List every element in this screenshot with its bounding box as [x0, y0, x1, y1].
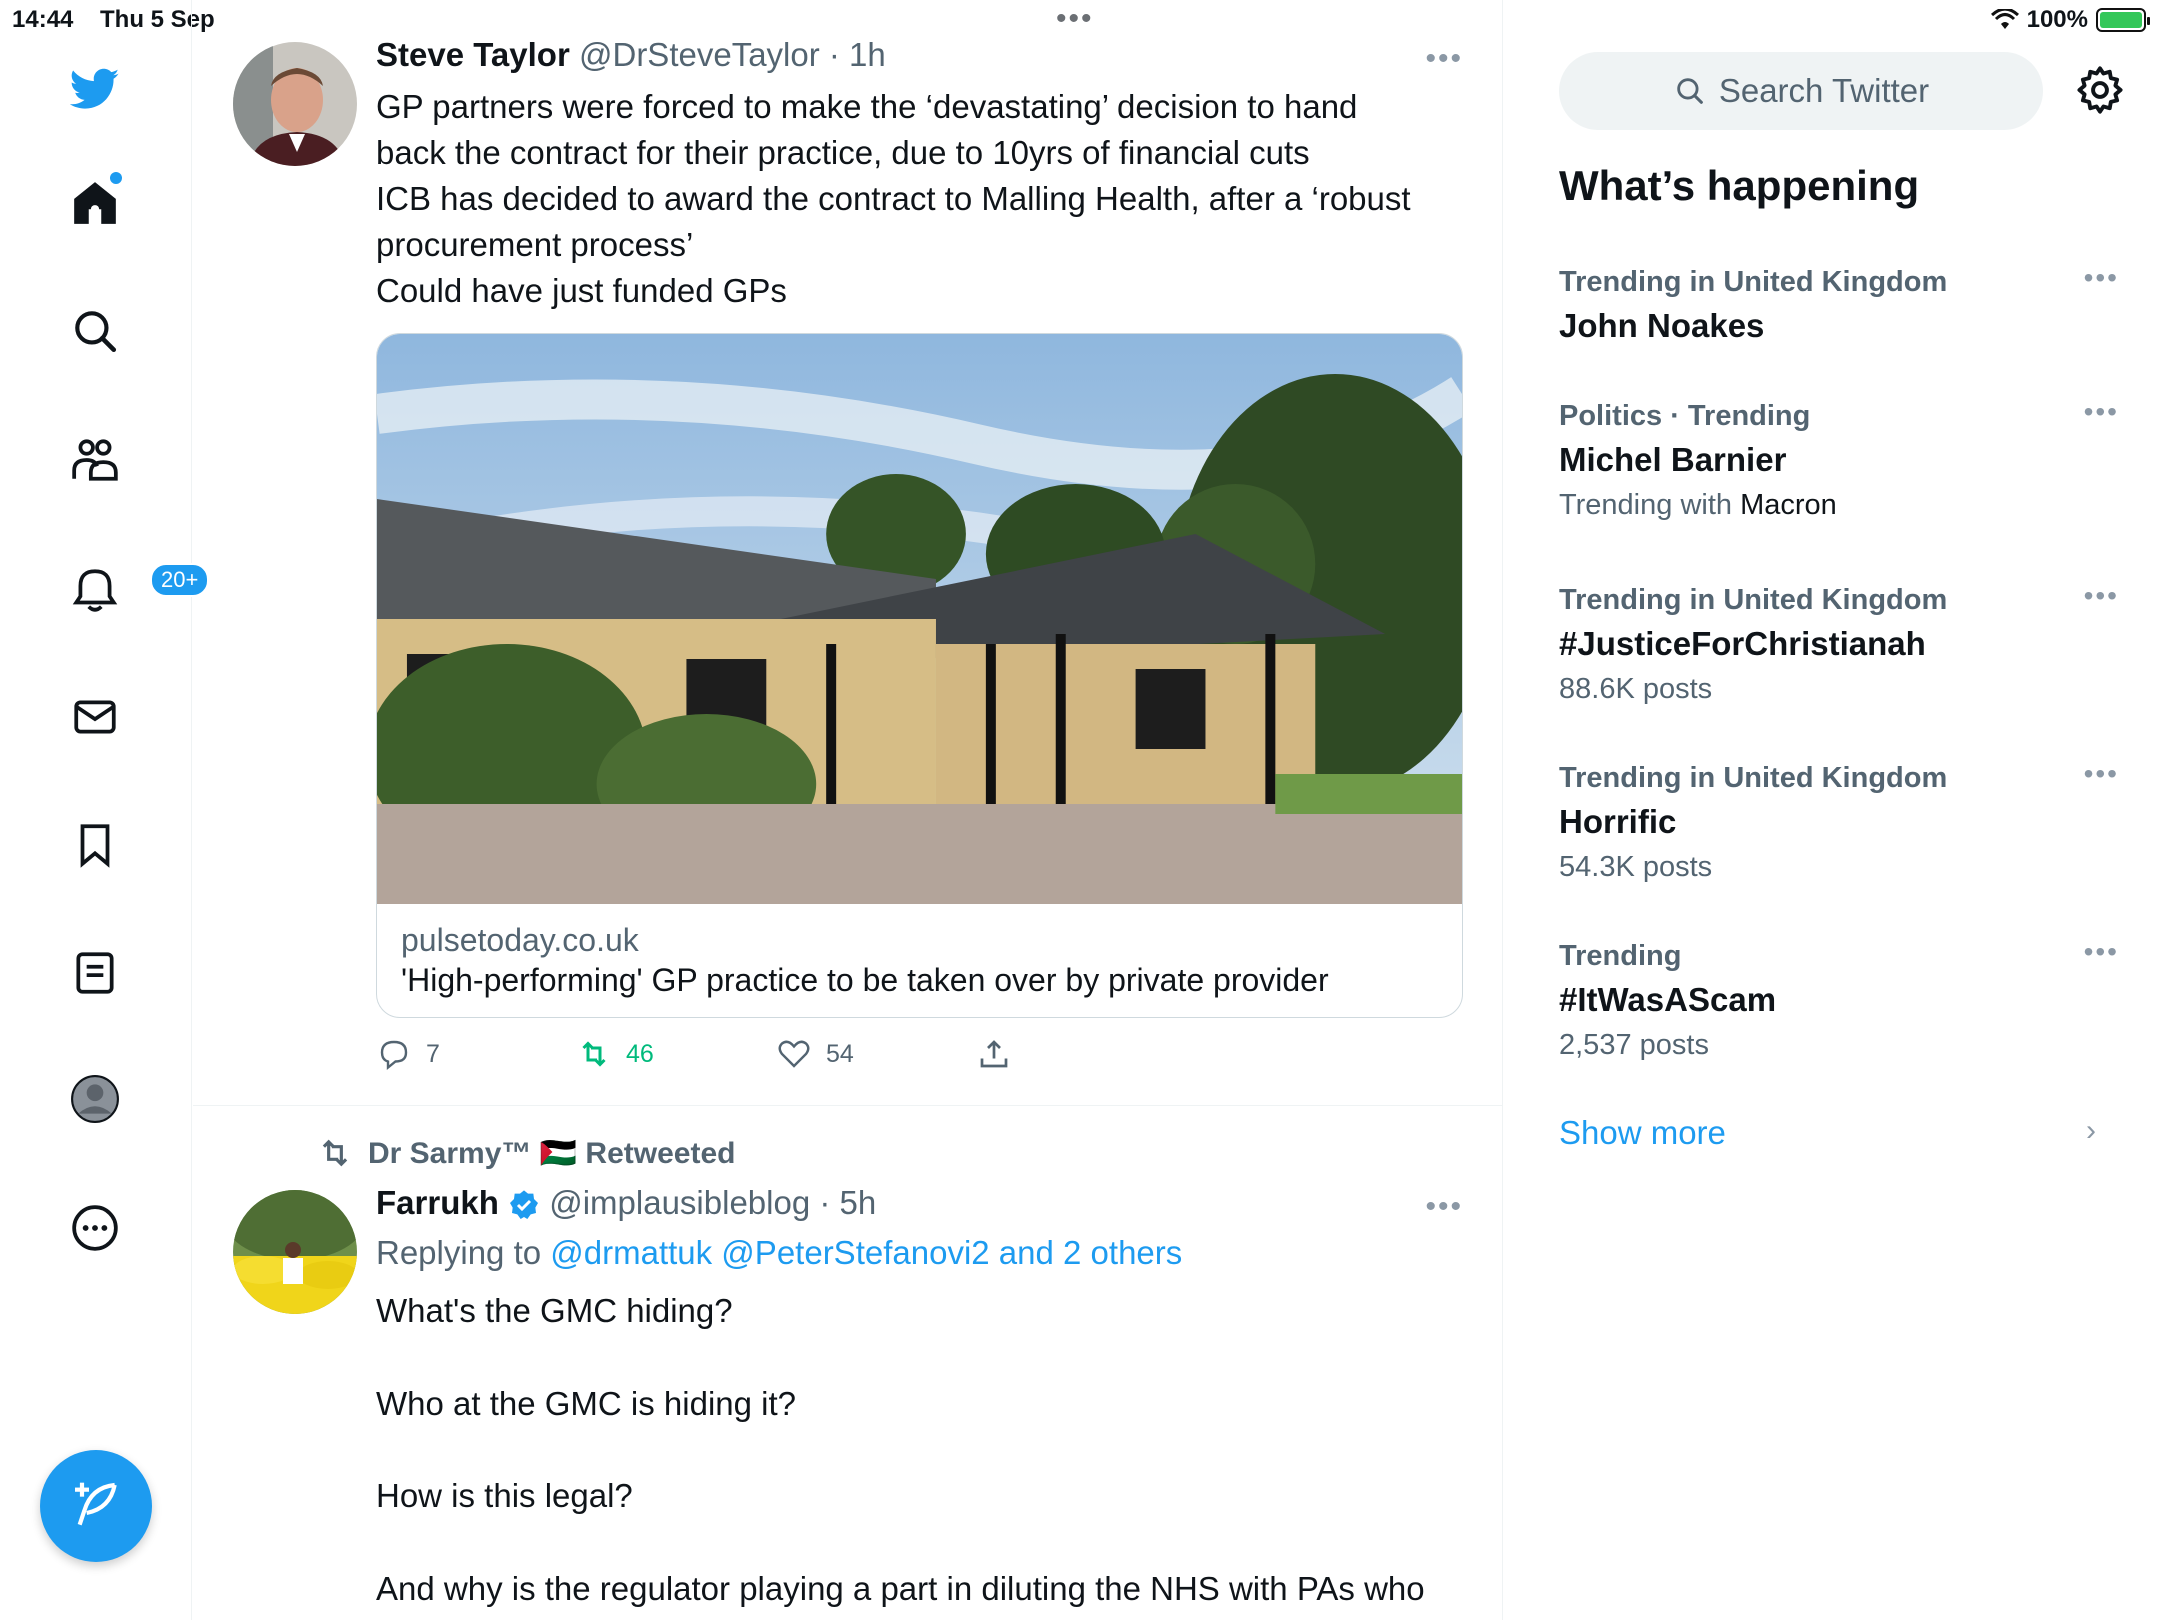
explore-search-icon[interactable] — [60, 296, 130, 366]
like-count: 54 — [826, 1039, 854, 1068]
profile-avatar-icon[interactable] — [60, 1064, 130, 1134]
trend-title: #JusticeForChristianah — [1559, 625, 1926, 662]
compose-tweet-button[interactable] — [40, 1450, 152, 1562]
trend-meta: 2,537 posts — [1559, 1029, 1709, 1061]
tweet-text-blank-line — [376, 1427, 1456, 1473]
retweet-button[interactable]: 46 — [576, 1036, 654, 1072]
tweet-more-icon[interactable]: ••• — [1425, 42, 1463, 76]
share-button[interactable] — [976, 1036, 1012, 1072]
tweet-actions: 7 46 54 — [376, 1036, 1076, 1080]
trend-title: Horrific — [1559, 803, 1677, 840]
tweet-text-line: GP partners were forced to make the ‘dev… — [376, 88, 1358, 125]
trend-context: Trending — [1559, 940, 1682, 972]
tweet-more-icon[interactable]: ••• — [1425, 1190, 1463, 1224]
tweet-text-line: What's the GMC hiding? — [376, 1292, 733, 1329]
notifications-bell-icon[interactable]: 20+ — [60, 555, 210, 625]
show-more-link[interactable]: Show more — [1559, 1114, 1726, 1152]
tweet-text-blank-line — [376, 1520, 1456, 1566]
trend-more-icon[interactable]: ••• — [2084, 936, 2119, 968]
trend-item[interactable]: Trending in United Kingdom John Noakes •… — [1559, 262, 2119, 350]
left-sidebar: 20+ — [0, 0, 210, 1620]
tweet-text-line: back the contract for their practice, du… — [376, 134, 1310, 171]
tweet-text-blank-line — [376, 1335, 1456, 1381]
replying-to-mentions[interactable]: @drmattuk @PeterStefanovi2 and 2 others — [550, 1234, 1182, 1271]
bookmarks-icon[interactable] — [60, 810, 130, 880]
home-unread-dot — [110, 172, 122, 184]
tweet-text-line: Could have just funded GPs — [376, 272, 787, 309]
trend-title: Michel Barnier — [1559, 441, 1787, 478]
retweeted-by-text[interactable]: Dr Sarmy™ 🇵🇸 Retweeted — [368, 1136, 735, 1171]
twitter-logo-icon[interactable] — [60, 54, 130, 124]
link-preview-card[interactable]: pulsetoday.co.uk 'High-performing' GP pr… — [376, 333, 1463, 1018]
tweet-text: What's the GMC hiding? Who at the GMC is… — [376, 1288, 1456, 1612]
retweeted-by-line: Dr Sarmy™ 🇵🇸 Retweeted — [316, 1134, 735, 1172]
trend-more-icon[interactable]: ••• — [2084, 396, 2119, 428]
card-image-gp-practice-building — [377, 334, 1462, 904]
trend-meta: 54.3K posts — [1559, 851, 1713, 883]
tweet-text: GP partners were forced to make the ‘dev… — [376, 84, 1456, 314]
card-title: 'High-performing' GP practice to be take… — [401, 962, 1329, 998]
trend-more-icon[interactable]: ••• — [2084, 758, 2119, 790]
home-timeline: Steve Taylor @DrSteveTaylor · 1h ••• GP … — [193, 0, 1503, 1620]
trend-meta: Trending with Macron — [1559, 484, 2119, 526]
replying-to-prefix: Replying to — [376, 1234, 551, 1271]
trend-more-icon[interactable]: ••• — [2084, 262, 2119, 294]
tweet-text-line: And why is the regulator playing a part … — [376, 1569, 1425, 1607]
tweet-text-line: procurement process’ — [376, 226, 694, 263]
trend-title: #ItWasAScam — [1559, 981, 1777, 1018]
tweet[interactable]: Steve Taylor @DrSteveTaylor · 1h ••• GP … — [193, 0, 1502, 1106]
trend-context: Trending in United Kingdom — [1559, 266, 1948, 298]
reply-icon — [380, 1040, 408, 1070]
whats-happening-title: What’s happening — [1559, 162, 1920, 209]
tweet-text-line: ICB has decided to award the contract to… — [376, 180, 1411, 217]
retweet-count: 46 — [626, 1039, 654, 1068]
retweet-icon — [582, 1041, 606, 1067]
compose-feather-icon — [75, 1482, 117, 1526]
communities-icon[interactable] — [60, 425, 130, 495]
trend-context: Trending in United Kingdom — [1559, 762, 1948, 794]
verified-badge-icon — [510, 1190, 539, 1220]
messages-envelope-icon[interactable] — [60, 682, 130, 752]
trend-more-icon[interactable]: ••• — [2084, 580, 2119, 612]
trend-context: Trending in United Kingdom — [1559, 584, 1948, 616]
tweet-header: Steve Taylor @DrSteveTaylor · 1h — [376, 36, 886, 74]
card-domain: pulsetoday.co.uk — [401, 922, 639, 958]
heart-icon — [778, 1040, 810, 1068]
settings-gear-icon[interactable] — [2074, 64, 2126, 116]
tweet-author-handle-time[interactable]: @implausibleblog · 5h — [549, 1184, 876, 1221]
trend-meta-prefix: Trending with — [1559, 489, 1741, 521]
trend-item[interactable]: Trending in United Kingdom #JusticeForCh… — [1559, 580, 2119, 710]
like-button[interactable]: 54 — [776, 1036, 854, 1072]
trend-meta-related: Macron — [1740, 489, 1837, 521]
chevron-right-icon: › — [2086, 1114, 2096, 1147]
trend-title: John Noakes — [1559, 307, 1765, 344]
lists-icon[interactable] — [60, 938, 130, 1008]
tweet[interactable]: Dr Sarmy™ 🇵🇸 Retweeted Farrukh @implausi… — [193, 1106, 1502, 1620]
search-placeholder: Search Twitter — [1718, 72, 1930, 109]
tweet-author-name[interactable]: Farrukh — [376, 1184, 499, 1221]
home-icon[interactable] — [60, 168, 130, 238]
tweet-author-avatar[interactable] — [233, 42, 357, 166]
retweet-small-icon — [322, 1139, 348, 1167]
trend-meta: 88.6K posts — [1559, 673, 1713, 705]
reply-count: 7 — [426, 1039, 440, 1068]
tweet-author-avatar[interactable] — [233, 1190, 357, 1314]
right-sidebar: Search Twitter What’s happening Trending… — [1504, 0, 2160, 1620]
tweet-author-handle-time[interactable]: @DrSteveTaylor · 1h — [579, 36, 886, 73]
tweet-header: Farrukh @implausibleblog · 5h — [376, 1184, 876, 1222]
tweet-author-name[interactable]: Steve Taylor — [376, 36, 570, 73]
trend-item[interactable]: Trending in United Kingdom Horrific 54.3… — [1559, 758, 2119, 888]
reply-button[interactable]: 7 — [376, 1036, 440, 1072]
share-icon — [980, 1040, 1008, 1068]
trend-item[interactable]: Politics · Trending Michel Barnier Trend… — [1559, 396, 2119, 526]
trend-context: Politics · Trending — [1559, 400, 1811, 432]
more-options-icon[interactable] — [60, 1193, 130, 1263]
tweet-text-line: Who at the GMC is hiding it? — [376, 1384, 797, 1422]
search-icon — [1677, 78, 1703, 104]
replying-to-line: Replying to @drmattuk @PeterStefanovi2 a… — [376, 1234, 1182, 1272]
search-input[interactable]: Search Twitter — [1559, 52, 2043, 130]
trend-item[interactable]: Trending #ItWasAScam 2,537 posts ••• — [1559, 936, 2119, 1066]
tweet-text-line: How is this legal? — [376, 1477, 633, 1514]
